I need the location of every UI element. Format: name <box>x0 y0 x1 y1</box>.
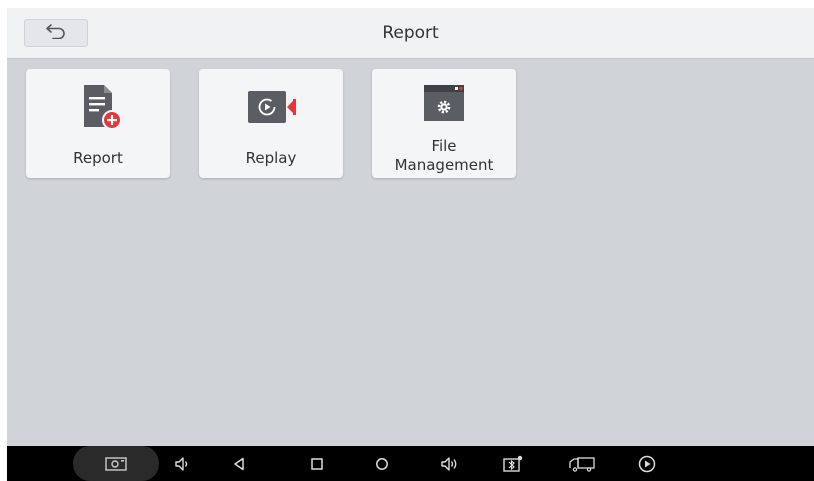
recents-icon[interactable] <box>305 446 329 481</box>
report-label: Report <box>73 149 123 167</box>
back-button[interactable] <box>24 19 88 47</box>
page-title: Report <box>382 23 439 43</box>
file-management-label-line1: File <box>431 137 457 155</box>
report-tile[interactable]: Report <box>26 69 170 178</box>
file-management-tile[interactable]: File Management <box>372 69 516 178</box>
screenshot-icon <box>98 446 134 481</box>
replay-video-icon <box>199 83 343 133</box>
truck-icon[interactable] <box>565 446 599 481</box>
play-icon[interactable] <box>634 446 660 481</box>
navigation-bar <box>7 446 814 481</box>
report-add-icon <box>26 83 170 133</box>
replay-tile[interactable]: Replay <box>199 69 343 178</box>
back-icon[interactable] <box>227 446 251 481</box>
vci-icon[interactable] <box>500 446 526 481</box>
replay-label: Replay <box>245 149 297 167</box>
app-screen: Report Report Replay File Management <box>7 8 814 481</box>
title-bar: Report <box>7 8 814 59</box>
file-management-label-line2: Management <box>394 156 494 174</box>
home-icon[interactable] <box>370 446 394 481</box>
volume-down-icon[interactable] <box>170 446 194 481</box>
file-settings-icon <box>372 81 516 131</box>
volume-up-icon[interactable] <box>438 446 462 481</box>
back-arrow-icon <box>45 23 67 43</box>
